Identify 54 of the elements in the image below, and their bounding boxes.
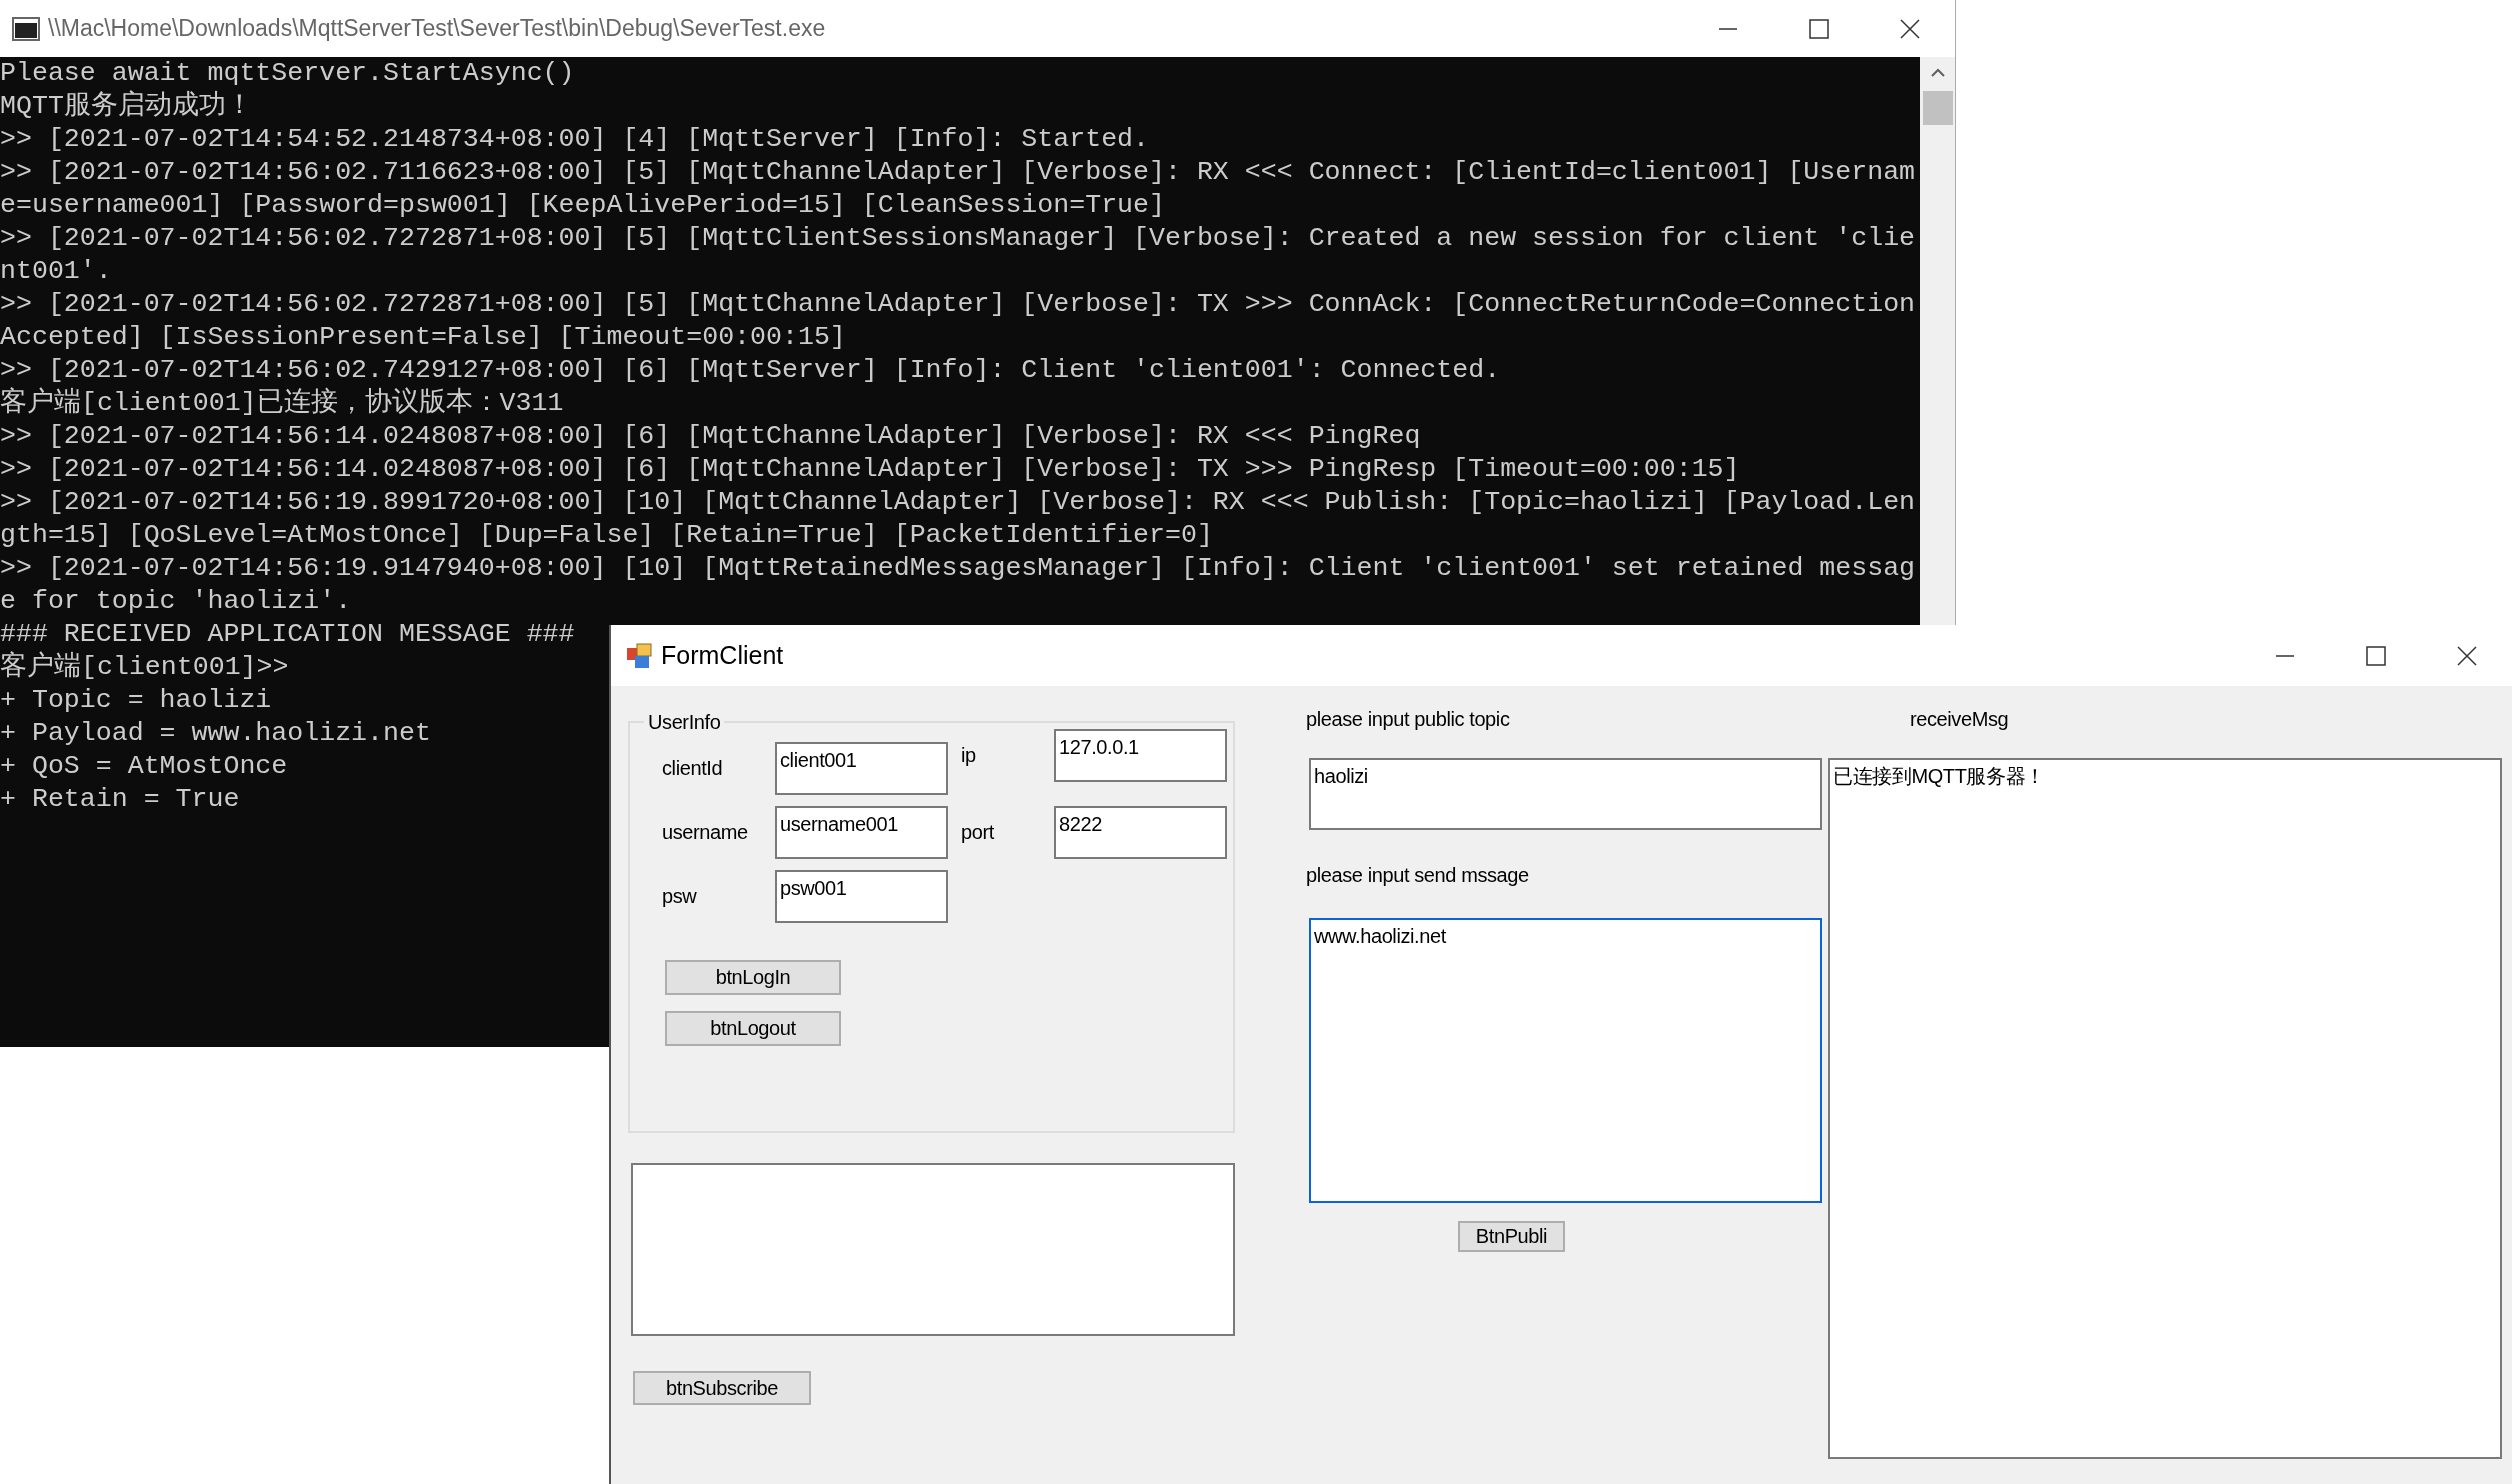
text-field[interactable]: psw001 — [775, 870, 948, 923]
form-button[interactable]: btnLogout — [665, 1011, 841, 1046]
text-field[interactable]: username001 — [775, 806, 948, 859]
window-title: FormClient — [661, 641, 784, 670]
console-line: >> [2021-07-02T14:56:02.7272871+08:00] [5] [MqttChannelAdapter] [Verbose]: TX >>> ConnAck: [ConnectReturnCode=Connection — [0, 288, 1916, 321]
console-line: >> [2021-07-02T14:56:02.7116623+08:00] [5] [MqttChannelAdapter] [Verbose]: RX <<< Connect: [ClientId=client001] [Usernam — [0, 156, 1916, 189]
field-label: psw — [662, 884, 698, 909]
console-line: 客户端[client001]已连接，协议版本：V311 — [0, 387, 564, 420]
console-line: >> [2021-07-02T14:56:19.9147940+08:00] [10] [MqttRetainedMessagesManager] [Info]: Client 'client001' set retained messag — [0, 552, 1916, 585]
console-line: >> [2021-07-02T14:56:19.8991720+08:00] [10] [MqttChannelAdapter] [Verbose]: RX <<< Publish: [Topic=haolizi] [Payload.Len — [0, 486, 1916, 519]
console-line: nt001'. — [0, 255, 112, 288]
close-icon[interactable] — [1899, 18, 1920, 39]
close-icon[interactable] — [2456, 645, 2477, 666]
field-label: username — [662, 820, 749, 845]
text-field[interactable]: haolizi — [1309, 758, 1822, 830]
console-line: >> [2021-07-02T14:56:14.0248087+08:00] [6] [MqttChannelAdapter] [Verbose]: TX >>> PingResp [Timeout=00:00:15] — [0, 453, 1740, 486]
console-line: + Retain = True — [0, 783, 240, 816]
console-line: 客户端[client001]>> — [0, 651, 289, 684]
scroll-thumb[interactable] — [1922, 91, 1953, 125]
subscribe-button[interactable]: btnSubscribe — [633, 1371, 811, 1405]
field-label: clientId — [662, 756, 724, 781]
window-title: \\Mac\Home\Downloads\MqttServerTest\SeverTest\bin\Debug\SeverTest.exe — [48, 15, 826, 42]
text-field[interactable] — [631, 1163, 1235, 1336]
console-line: + QoS = AtMostOnce — [0, 750, 288, 783]
console-line: ### RECEIVED APPLICATION MESSAGE ### — [0, 618, 575, 651]
console-line: e=username001] [Password=psw001] [KeepAlivePeriod=15] [CleanSession=True] — [0, 189, 1165, 222]
console-line: + Topic = haolizi — [0, 684, 272, 717]
field-label: please input send mssage — [1306, 863, 1529, 888]
text-field[interactable]: 8222 — [1054, 806, 1227, 859]
console-line: Accepted] [IsSessionPresent=False] [Timeout=00:00:15] — [0, 321, 846, 354]
publish-button[interactable]: BtnPubli — [1458, 1221, 1565, 1252]
console-line: gth=15] [QoSLevel=AtMostOnce] [Dup=False] [Retain=True] [PacketIdentifier=0] — [0, 519, 1213, 552]
text-field[interactable]: 已连接到MQTT服务器！ — [1828, 758, 2502, 1459]
field-label: please input public topic — [1306, 707, 1510, 732]
text-field[interactable]: 127.0.0.1 — [1054, 729, 1227, 782]
console-icon — [12, 16, 40, 41]
text-field[interactable]: client001 — [775, 742, 948, 795]
maximize-icon[interactable] — [1808, 18, 1829, 39]
form-button[interactable]: btnLogIn — [665, 960, 841, 995]
field-label: port — [960, 820, 995, 845]
console-line: + Payload = www.haolizi.net — [0, 717, 431, 750]
console-line: MQTT服务启动成功！ — [0, 90, 253, 123]
text-field[interactable]: www.haolizi.net — [1309, 918, 1822, 1203]
maximize-icon[interactable] — [2365, 645, 2386, 666]
field-label: receiveMsg — [1910, 707, 2009, 732]
console-line: >> [2021-07-02T14:56:02.7429127+08:00] [6] [MqttServer] [Info]: Client 'client001': Connected. — [0, 354, 1501, 387]
console-line: e for topic 'haolizi'. — [0, 585, 352, 618]
console-line: >> [2021-07-02T14:56:14.0248087+08:00] [6] [MqttChannelAdapter] [Verbose]: RX <<< PingReq — [0, 420, 1421, 453]
scrollbar[interactable] — [1920, 57, 1955, 625]
console-line: >> [2021-07-02T14:54:52.2148734+08:00] [4] [MqttServer] [Info]: Started. — [0, 123, 1150, 156]
app-icon — [625, 641, 653, 670]
console-line: Please await mqttServer.StartAsync() — [0, 57, 575, 90]
console-line: >> [2021-07-02T14:56:02.7272871+08:00] [5] [MqttClientSessionsManager] [Verbose]: Created a new session for client 'clie — [0, 222, 1916, 255]
field-label: ip — [960, 743, 977, 768]
